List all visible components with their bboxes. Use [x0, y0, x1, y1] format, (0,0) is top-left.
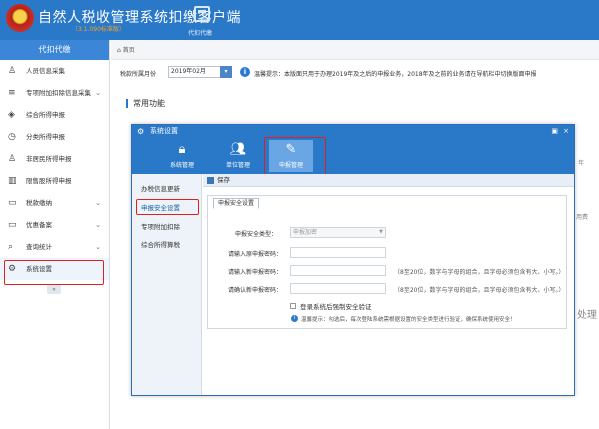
sidebar-heading: 代扣代缴	[0, 40, 109, 60]
field-label-security-type: 申报安全类型：	[235, 231, 278, 238]
chevron-down-icon: ⌄	[95, 199, 101, 207]
lock-icon: 🔒︎	[178, 142, 186, 157]
toolbar-declaration-management[interactable]: ✎ 申报管理	[269, 140, 313, 172]
sidebar-item-label: 查询统计	[26, 243, 52, 251]
system-settings-dialog: ⚙ 系统设置 ▣ × 🔒︎ 系统管理 👥︎ 单位管理 ✎ 申报管理 办税信息更新…	[131, 124, 575, 396]
sidebar-item-label: 税款缴纳	[26, 199, 52, 207]
new-password-hint: （8至20位，数字与字母的组合，且字母必须包含有大、小写。）	[394, 269, 565, 276]
security-settings-panel	[207, 195, 567, 329]
list-icon: ≡	[8, 88, 16, 98]
tab-home-label: 首页	[122, 47, 135, 54]
gear-icon: ⚙	[137, 127, 145, 136]
old-password-input[interactable]	[290, 247, 386, 258]
nav-item-security-settings[interactable]: 申报安全设置	[132, 201, 202, 215]
chevron-down-icon: ⌄	[95, 221, 101, 229]
sidebar-item-label: 专项附加扣除信息采集	[26, 89, 91, 97]
person-icon: ♙	[8, 66, 17, 76]
chevron-down-icon: ▼	[379, 229, 383, 235]
section-title: 常用功能	[126, 99, 165, 108]
sidebar-item[interactable]: ▭ 税款缴纳 ⌄	[0, 192, 109, 214]
period-tip: 温馨提示：本版面只用于办理2019年及之后的申报业务，2018年及之前的业务请在…	[254, 71, 537, 78]
save-button[interactable]: 保存	[217, 176, 230, 184]
sidebar-item[interactable]: ▥ 限售股所得申报	[0, 170, 109, 192]
edit-icon: ✎	[285, 142, 297, 157]
folder-icon: ▭	[8, 220, 17, 230]
people-icon: 👥︎	[229, 142, 247, 157]
confirm-password-input[interactable]	[290, 283, 386, 294]
gear-icon: ⚙	[8, 264, 17, 274]
security-type-select[interactable]: 申报加密 ▼	[290, 227, 386, 238]
nav-item-comprehensive-tax[interactable]: 综合所得算税	[132, 238, 202, 252]
sidebar-menu: ♙ 人员信息采集 ≡ 专项附加扣除信息采集 ⌄ ◈ 综合所得申报 ◷ 分类所得申报 ♙ 非居民所得申…	[0, 60, 109, 280]
save-bar: 保存	[203, 174, 574, 187]
layers-icon: ◈	[8, 110, 15, 120]
maximize-button[interactable]: ▣	[551, 125, 558, 138]
info-icon: i	[291, 315, 298, 322]
toolbar-label: 单位管理	[225, 162, 250, 169]
clock-icon: ◷	[8, 132, 16, 142]
period-select[interactable]: 2019年02月	[168, 66, 228, 78]
sidebar-item-label: 分类所得申报	[26, 133, 65, 141]
sidebar-item[interactable]: ⌕ 查询统计 ⌄	[0, 236, 109, 258]
withholding-toolbar-label[interactable]: 代扣代缴	[188, 28, 212, 37]
dialog-titlebar[interactable]: ⚙ 系统设置 ▣ ×	[132, 125, 574, 138]
dialog-toolbar: 🔒︎ 系统管理 👥︎ 单位管理 ✎ 申报管理	[132, 138, 574, 174]
sidebar-item-label: 非居民所得申报	[26, 155, 72, 163]
background-note: 用费	[576, 214, 589, 221]
sidebar-item[interactable]: ≡ 专项附加扣除信息采集 ⌄	[0, 82, 109, 104]
calendar-dropdown-button[interactable]: ▾	[220, 66, 232, 78]
sidebar-item[interactable]: ♙ 非居民所得申报	[0, 148, 109, 170]
dialog-title: 系统设置	[150, 127, 178, 135]
tax-emblem-icon	[6, 4, 34, 32]
confirm-password-hint: （8至20位，数字与字母的组合，且字母必须包含有大、小写。）	[394, 287, 565, 294]
search-doc-icon: ⌕	[8, 242, 14, 252]
chevron-down-icon: ⌄	[95, 89, 101, 97]
nav-item-tax-info-update[interactable]: 办税信息更新	[132, 182, 202, 196]
sidebar-item[interactable]: ♙ 人员信息采集	[0, 60, 109, 82]
field-label-confirm-password: 请确认新申报密码：	[228, 287, 283, 294]
info-icon: i	[240, 67, 250, 77]
tab-home[interactable]: ⌂ 首页	[117, 45, 135, 54]
sidebar-item-label: 限售股所得申报	[26, 177, 72, 185]
app-title: 自然人税收管理系统扣缴客户端	[38, 10, 241, 26]
chevron-down-icon: ⌄	[95, 243, 101, 251]
sidebar-item[interactable]: ◈ 综合所得申报	[0, 104, 109, 126]
bar-chart-icon: ▥	[8, 176, 17, 186]
sidebar-item[interactable]: ⚙ 系统设置	[0, 258, 109, 280]
toolbar-system-management[interactable]: 🔒︎ 系统管理	[160, 140, 204, 172]
sidebar-item-label: 优惠备案	[26, 221, 52, 229]
panel-tab[interactable]: 申报安全设置	[213, 198, 260, 209]
sidebar-item[interactable]: ◷ 分类所得申报	[0, 126, 109, 148]
background-note: 处理	[577, 310, 597, 321]
app-header: 自然人税收管理系统扣缴客户端 （3.1.090标准版） 代扣代缴	[0, 0, 599, 40]
sidebar-item-label: 综合所得申报	[26, 111, 65, 119]
sidebar-item-label: 人员信息采集	[26, 67, 65, 75]
warning-text: 温馨提示：勾选后，每次登陆系统需根据设置的安全类型进行验证，确保系统使用安全！	[301, 317, 516, 323]
sidebar-collapse-button[interactable]: «	[47, 285, 61, 294]
new-password-input[interactable]	[290, 265, 386, 276]
field-label-new-password: 请输入新申报密码：	[228, 269, 283, 276]
person-icon: ♙	[8, 154, 17, 164]
toolbar-label: 系统管理	[169, 162, 194, 169]
background-note: 年	[578, 160, 585, 167]
field-label-old-password: 请输入原申报密码：	[228, 251, 283, 258]
save-icon	[207, 177, 214, 184]
withholding-icon[interactable]	[194, 6, 210, 22]
dialog-nav: 办税信息更新 申报安全设置 专项附加扣除 综合所得算税	[132, 174, 202, 395]
security-type-value: 申报加密	[293, 229, 318, 236]
period-label: 税款所属月份	[120, 71, 157, 78]
app-version: （3.1.090标准版）	[72, 26, 125, 33]
close-button[interactable]: ×	[563, 125, 569, 138]
toolbar-unit-management[interactable]: 👥︎ 单位管理	[216, 140, 260, 172]
sidebar-item-label: 系统设置	[26, 265, 52, 273]
folder-icon: ▭	[8, 198, 17, 208]
nav-item-special-deduction[interactable]: 专项附加扣除	[132, 220, 202, 234]
sidebar: 代扣代缴 ♙ 人员信息采集 ≡ 专项附加扣除信息采集 ⌄ ◈ 综合所得申报 ◷ 分类所得申报 ♙ 非…	[0, 40, 110, 429]
tab-bar: ⌂ 首页	[111, 40, 599, 60]
sidebar-item[interactable]: ▭ 优惠备案 ⌄	[0, 214, 109, 236]
force-verify-checkbox[interactable]	[290, 303, 296, 309]
toolbar-label: 申报管理	[278, 162, 303, 169]
force-verify-label[interactable]: 登录系统后强制安全验证	[300, 301, 372, 311]
